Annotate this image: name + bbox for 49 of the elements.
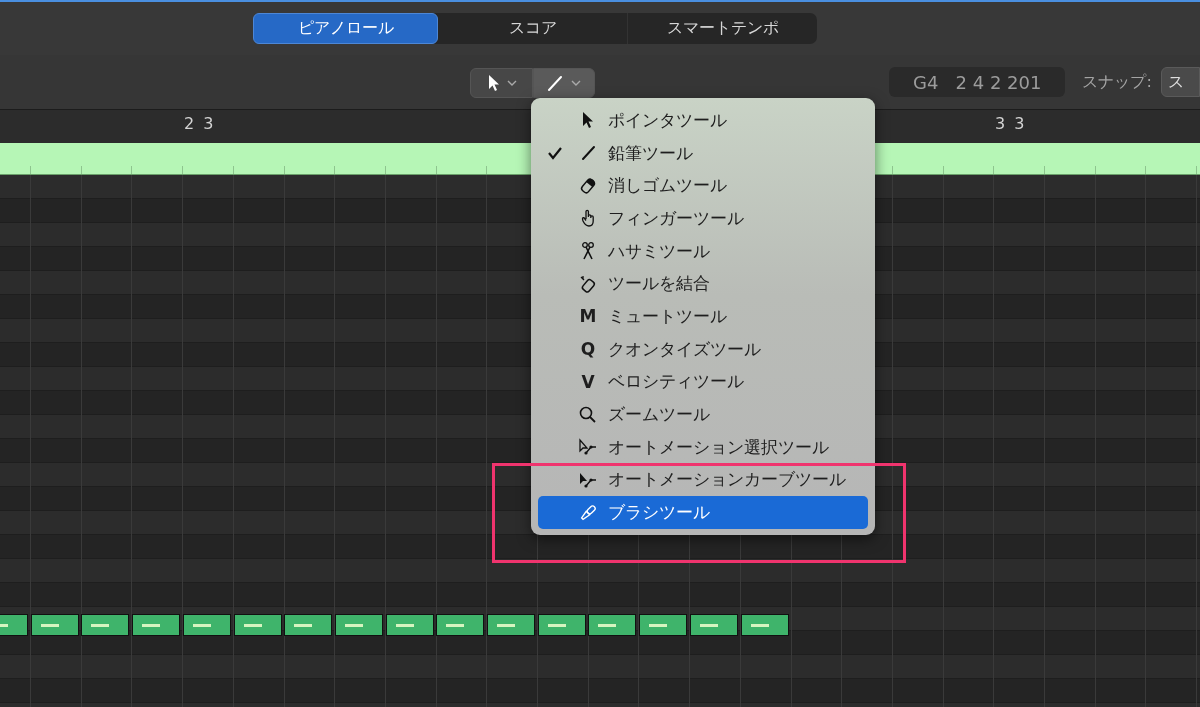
midi-note[interactable] (81, 614, 130, 636)
menu-item[interactable]: フィンガーツール (538, 202, 868, 235)
shortcut-letter: M (579, 306, 597, 327)
bar-number: 3 3 (995, 114, 1027, 133)
pencil-tool-button[interactable] (533, 68, 595, 98)
checkmark-icon (547, 146, 563, 161)
midi-note[interactable] (588, 614, 637, 636)
chevron-icon (506, 80, 517, 86)
menu-item[interactable]: 鉛筆ツール (538, 136, 868, 170)
snap-dropdown[interactable]: ス (1160, 67, 1200, 97)
midi-note[interactable] (182, 614, 231, 636)
midi-note[interactable] (30, 614, 79, 636)
view-tab[interactable]: ピアノロール (253, 13, 438, 44)
menu-item[interactable]: ブラシツール (538, 496, 868, 529)
pointer-tool-button[interactable] (470, 68, 533, 98)
magnifier-icon (578, 404, 598, 425)
brush-icon (578, 502, 598, 523)
menu-item[interactable]: V ベロシティツール (538, 365, 868, 399)
midi-note[interactable] (487, 614, 535, 636)
shortcut-letter: Q (580, 339, 596, 360)
midi-note[interactable] (537, 614, 586, 636)
eraser-icon (578, 175, 598, 196)
menu-item[interactable]: ハサミツール (538, 234, 868, 268)
pencil-icon (547, 75, 563, 91)
midi-note[interactable] (436, 614, 485, 636)
shortcut-letter: V (581, 371, 595, 392)
menu-item[interactable]: ポインタツール (538, 104, 868, 137)
position-display: G4 2 4 2 201 (889, 67, 1066, 97)
midi-note[interactable] (740, 614, 789, 636)
menu-item[interactable]: M ミュートツール (538, 300, 868, 333)
midi-note[interactable] (385, 614, 434, 636)
menu-item[interactable]: 消しゴムツール (538, 169, 868, 203)
glue-icon (578, 273, 598, 294)
midi-note[interactable] (284, 614, 333, 636)
midi-note[interactable] (233, 614, 282, 636)
menu-item[interactable]: ツールを結合 (538, 267, 868, 301)
view-tab[interactable]: スコア (438, 13, 628, 44)
pointer-icon (486, 74, 499, 92)
midi-note[interactable] (334, 614, 383, 636)
view-tab[interactable]: スマートテンポ (628, 13, 817, 44)
snap-label: スナップ: (1082, 71, 1152, 93)
midi-note[interactable] (132, 614, 181, 636)
menu-item[interactable]: ズームツール (538, 398, 868, 431)
bar-number: 2 3 (184, 114, 216, 133)
menu-item[interactable]: Q クオンタイズツール (538, 332, 868, 366)
menu-item[interactable]: オートメーション選択ツール (538, 430, 868, 464)
chevron-icon (571, 80, 581, 86)
midi-note[interactable] (639, 614, 688, 636)
midi-note[interactable] (689, 614, 738, 636)
